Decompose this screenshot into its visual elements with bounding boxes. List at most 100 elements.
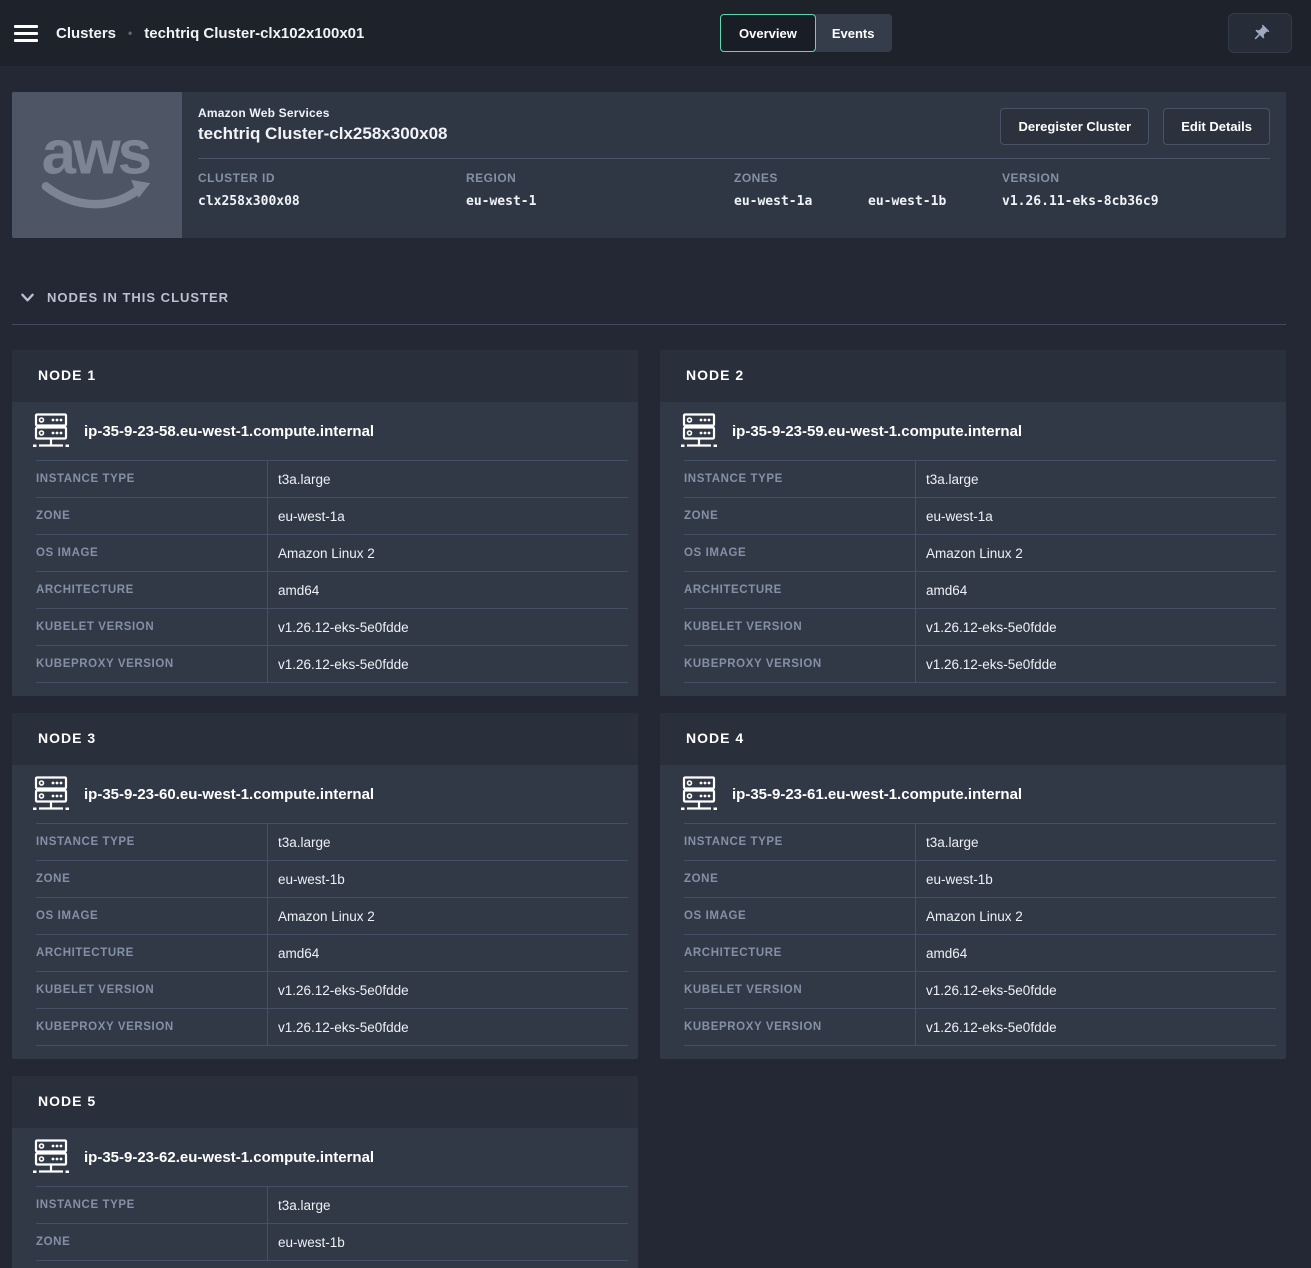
field-label: KUBEPROXY VERSION [36,1009,268,1045]
cluster-id-value: clx258x300x08 [198,194,332,209]
cluster-card-main: Amazon Web Services techtriq Cluster-clx… [182,92,1286,238]
table-row: KUBELET VERSIONv1.26.12-eks-5e0fdde [36,971,628,1008]
field-label: OS IMAGE [684,535,916,571]
node-card-title: NODE 4 [686,730,744,746]
field-value: t3a.large [268,461,331,497]
field-value: Amazon Linux 2 [268,535,375,571]
field-value: v1.26.12-eks-5e0fdde [268,609,409,645]
table-row: KUBEPROXY VERSIONv1.26.12-eks-5e0fdde [36,1008,628,1045]
field-value: Amazon Linux 2 [916,535,1023,571]
field-label: OS IMAGE [36,535,268,571]
deregister-cluster-button[interactable]: Deregister Cluster [1000,108,1149,145]
menu-icon[interactable] [14,25,38,42]
field-value: amd64 [916,572,967,608]
edit-details-button[interactable]: Edit Details [1163,108,1270,145]
tab-overview[interactable]: Overview [720,14,816,52]
table-row: KUBELET VERSIONv1.26.12-eks-5e0fdde [684,608,1276,645]
field-label: ZONE [684,861,916,897]
field-value: eu-west-1b [268,1224,345,1260]
svg-text:aws: aws [42,119,150,188]
cluster-summary-card: aws Amazon Web Services techtriq Cluster… [12,92,1286,238]
table-row: ARCHITECTUREamd64 [36,571,628,608]
field-label: ARCHITECTURE [36,572,268,608]
field-value: amd64 [916,935,967,971]
table-row: INSTANCE TYPEt3a.large [684,823,1276,860]
node-card-4: NODE 4 ip-35-9-23-61.eu-west-1.compute.i… [660,713,1286,1059]
node-card-title: NODE 2 [686,367,744,383]
table-row: ARCHITECTUREamd64 [684,934,1276,971]
table-row: OS IMAGEAmazon Linux 2 [684,534,1276,571]
table-row: ARCHITECTUREamd64 [36,934,628,971]
table-row: OS IMAGEAmazon Linux 2 [36,534,628,571]
node-card-title: NODE 3 [38,730,96,746]
cluster-title: techtriq Cluster-clx258x300x08 [198,124,447,144]
node-hostname: ip-35-9-23-59.eu-west-1.compute.internal [732,423,1022,440]
server-icon [32,413,70,449]
node-host-row: ip-35-9-23-58.eu-west-1.compute.internal [12,402,638,460]
field-label: KUBEPROXY VERSION [684,1009,916,1045]
field-label: KUBEPROXY VERSION [36,646,268,682]
nodes-section-toggle[interactable]: NODES IN THIS CLUSTER [12,290,229,305]
field-value: v1.26.12-eks-5e0fdde [916,646,1057,682]
field-label: ZONE [36,861,268,897]
server-icon [32,1139,70,1175]
cluster-stats: CLUSTER ID clx258x300x08 REGION eu-west-… [198,159,1270,209]
nodes-section-title: NODES IN THIS CLUSTER [47,290,229,305]
node-host-row: ip-35-9-23-61.eu-west-1.compute.internal [660,765,1286,823]
provider-label: Amazon Web Services [198,106,447,120]
table-row: KUBEPROXY VERSIONv1.26.12-eks-5e0fdde [684,1008,1276,1045]
field-label: ARCHITECTURE [36,935,268,971]
node-card-title: NODE 5 [38,1093,96,1109]
node-details-table: INSTANCE TYPEt3a.largeZONEeu-west-1aOS I… [684,460,1276,683]
pin-button[interactable] [1228,13,1292,53]
node-hostname: ip-35-9-23-62.eu-west-1.compute.internal [84,1149,374,1166]
field-value: v1.26.12-eks-5e0fdde [916,972,1057,1008]
table-row: KUBELET VERSIONv1.26.12-eks-5e0fdde [36,608,628,645]
field-value: eu-west-1a [268,498,345,534]
server-icon [680,413,718,449]
node-card-3: NODE 3 ip-35-9-23-60.eu-west-1.compute.i… [12,713,638,1059]
table-row: OS IMAGEAmazon Linux 2 [36,897,628,934]
node-card-1: NODE 1 ip-35-9-23-58.eu-west-1.compute.i… [12,350,638,696]
stat-region: REGION eu-west-1 [466,171,734,209]
field-value: v1.26.12-eks-5e0fdde [916,609,1057,645]
field-value: eu-west-1a [916,498,993,534]
field-label: ARCHITECTURE [684,572,916,608]
table-row: KUBEPROXY VERSIONv1.26.12-eks-5e0fdde [684,645,1276,682]
field-value: v1.26.12-eks-5e0fdde [268,972,409,1008]
field-value: amd64 [268,572,319,608]
node-grid: NODE 1 ip-35-9-23-58.eu-west-1.compute.i… [12,350,1286,1268]
node-details-table: INSTANCE TYPEt3a.largeZONEeu-west-1aOS I… [36,460,628,683]
field-label: KUBELET VERSION [684,972,916,1008]
node-details-table: INSTANCE TYPEt3a.largeZONEeu-west-1bOS I… [36,823,628,1046]
field-label: ZONE [36,1224,268,1260]
table-row: ZONEeu-west-1a [684,497,1276,534]
field-value: Amazon Linux 2 [916,898,1023,934]
field-label: INSTANCE TYPE [684,461,916,497]
node-details-table: INSTANCE TYPEt3a.largeZONEeu-west-1bOS I… [684,823,1276,1046]
table-row: ZONEeu-west-1b [36,1223,628,1260]
node-host-row: ip-35-9-23-59.eu-west-1.compute.internal [660,402,1286,460]
zone-b-value: eu-west-1b [868,194,1002,209]
breadcrumb: Clusters • techtriq Cluster-clx102x100x0… [56,25,364,42]
field-value: Amazon Linux 2 [268,898,375,934]
field-label: ZONE [684,498,916,534]
field-value: t3a.large [916,824,979,860]
node-card-2: NODE 2 ip-35-9-23-59.eu-west-1.compute.i… [660,350,1286,696]
table-row: INSTANCE TYPEt3a.large [36,1186,628,1223]
table-row: INSTANCE TYPEt3a.large [684,460,1276,497]
field-label: KUBEPROXY VERSION [684,646,916,682]
field-label: ZONE [36,498,268,534]
tab-events[interactable]: Events [814,14,893,52]
field-label: INSTANCE TYPE [684,824,916,860]
field-label: KUBELET VERSION [684,609,916,645]
field-value: eu-west-1b [916,861,993,897]
aws-logo: aws [12,92,182,238]
field-label: KUBELET VERSION [36,972,268,1008]
table-row: OS IMAGEAmazon Linux 2 [684,897,1276,934]
server-icon [680,776,718,812]
zone-a-value: eu-west-1a [734,194,868,209]
field-value: t3a.large [916,461,979,497]
breadcrumb-clusters[interactable]: Clusters [56,25,116,42]
field-value: amd64 [268,935,319,971]
